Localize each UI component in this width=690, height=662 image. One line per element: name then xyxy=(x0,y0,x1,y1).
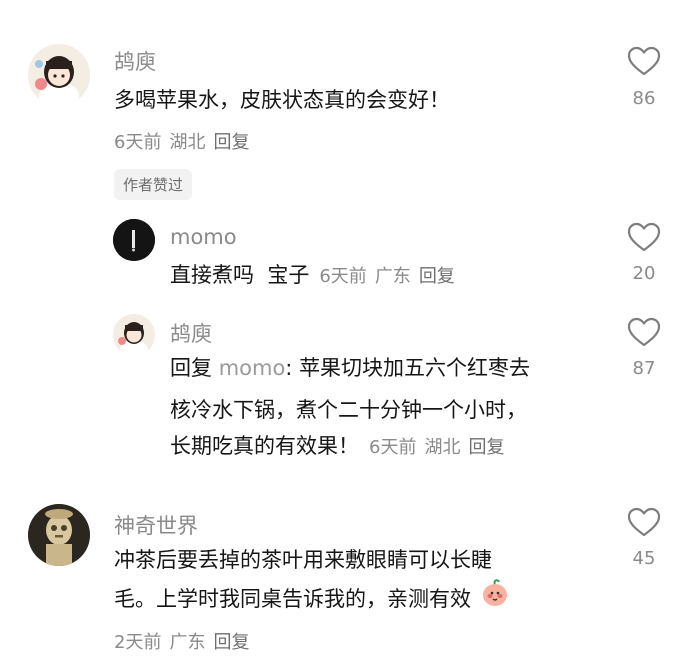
dark-avatar-icon xyxy=(113,219,155,261)
comment-text: 多喝苹果水，皮肤状态真的会变好！ xyxy=(114,88,450,112)
comment-username[interactable]: momo xyxy=(170,225,237,249)
comment-location: 湖北 xyxy=(424,437,461,458)
like-count: 20 xyxy=(632,263,656,284)
comment-time: 6天前 xyxy=(114,132,162,153)
shy-peach-emoji-icon xyxy=(480,578,510,622)
reply-prefix: 回复 xyxy=(170,356,212,380)
like-count: 45 xyxy=(632,548,656,569)
comment-line: 毛。上学时我同桌告诉我的，亲测有效 xyxy=(114,587,471,611)
comment-username[interactable]: 鸪庾 xyxy=(170,318,212,348)
comment-location: 广东 xyxy=(374,266,411,287)
girl-cartoon-avatar-icon xyxy=(113,314,155,356)
comment-location: 广东 xyxy=(169,632,206,653)
comment-text: 长期吃真的有效果！ 6天前 湖北 回复 xyxy=(170,425,504,469)
sculpture-avatar-icon xyxy=(28,504,90,566)
like-count: 87 xyxy=(632,358,656,379)
heart-icon xyxy=(627,222,661,252)
heart-icon xyxy=(627,507,661,537)
comment-time: 2天前 xyxy=(114,632,162,653)
comment-time: 6天前 xyxy=(369,437,417,458)
reply-to-user[interactable]: momo xyxy=(219,356,286,380)
comment-content: 直接煮吗 宝子 xyxy=(170,263,310,287)
comment-meta: 6天前 湖北 回复 xyxy=(114,128,249,154)
comment-text: 直接煮吗 宝子 6天前 广东 回复 xyxy=(170,254,455,298)
comment-username[interactable]: 神奇世界 xyxy=(114,510,198,540)
heart-icon xyxy=(627,317,661,347)
like-button[interactable] xyxy=(627,317,661,351)
avatar[interactable] xyxy=(113,314,155,356)
comment-time: 6天前 xyxy=(319,266,367,287)
reply-button[interactable]: 回复 xyxy=(213,632,249,653)
comment-line: 冲茶后要丢掉的茶叶用来敷眼睛可以长睫 xyxy=(114,548,492,572)
comment-meta: 2天前 广东 回复 xyxy=(114,628,249,654)
like-button[interactable] xyxy=(627,507,661,541)
reply-button[interactable]: 回复 xyxy=(419,266,455,287)
like-count: 86 xyxy=(632,88,656,109)
avatar[interactable] xyxy=(28,44,90,106)
author-liked-badge: 作者赞过 xyxy=(114,169,193,200)
reply-button[interactable]: 回复 xyxy=(468,437,504,458)
comment-line: 长期吃真的有效果！ xyxy=(170,434,359,458)
like-button[interactable] xyxy=(627,222,661,256)
avatar[interactable] xyxy=(113,219,155,261)
comment-line: 苹果切块加五六个红枣去 xyxy=(299,356,531,380)
heart-icon xyxy=(627,46,661,76)
comment-text: 毛。上学时我同桌告诉我的，亲测有效 xyxy=(114,578,510,622)
reply-button[interactable]: 回复 xyxy=(213,132,249,153)
comment-location: 湖北 xyxy=(169,132,206,153)
comment-username[interactable]: 鸪庾 xyxy=(114,46,156,76)
comment-text: 回复 momo: 苹果切块加五六个红枣去 xyxy=(170,356,531,380)
avatar[interactable] xyxy=(28,504,90,566)
girl-cartoon-avatar-icon xyxy=(28,44,90,106)
like-button[interactable] xyxy=(627,46,661,80)
